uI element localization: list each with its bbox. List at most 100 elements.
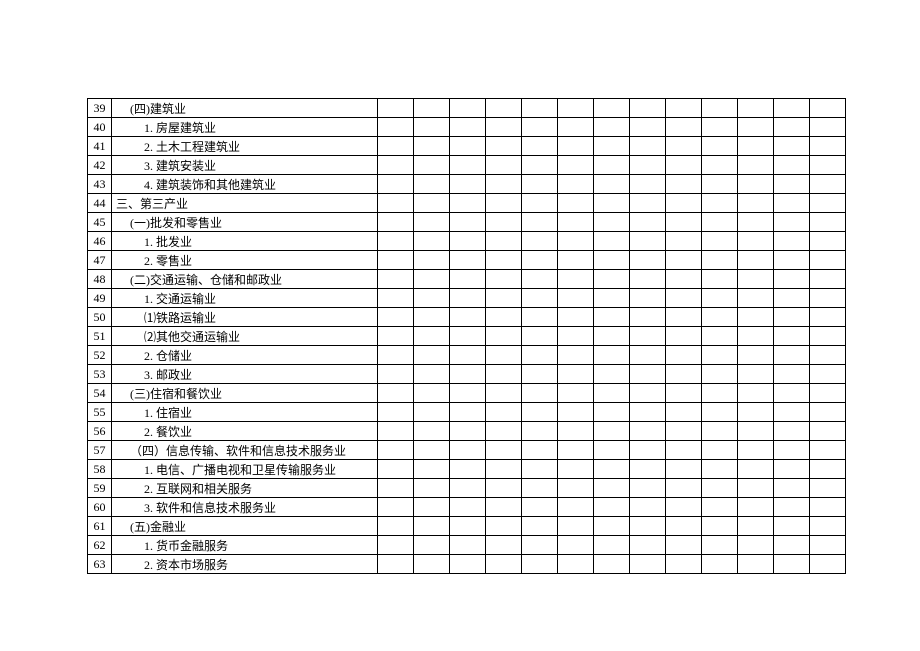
data-cell: [378, 479, 414, 498]
table-row: 39(四)建筑业: [88, 99, 846, 118]
data-cell: [594, 365, 630, 384]
data-cell: [594, 441, 630, 460]
data-cell: [666, 365, 702, 384]
data-cell: [594, 498, 630, 517]
data-cell: [810, 251, 846, 270]
data-cell: [810, 517, 846, 536]
data-cell: [522, 118, 558, 137]
data-cell: [702, 137, 738, 156]
data-cell: [378, 194, 414, 213]
data-cell: [630, 156, 666, 175]
table-row: 533. 邮政业: [88, 365, 846, 384]
data-cell: [522, 156, 558, 175]
row-label: 1. 电信、广播电视和卫星传输服务业: [112, 460, 378, 479]
table-row: 592. 互联网和相关服务: [88, 479, 846, 498]
table-row: 61(五)金融业: [88, 517, 846, 536]
data-cell: [414, 346, 450, 365]
data-cell: [810, 308, 846, 327]
data-cell: [774, 517, 810, 536]
row-number: 56: [88, 422, 112, 441]
data-cell: [486, 384, 522, 403]
data-cell: [594, 479, 630, 498]
data-cell: [378, 498, 414, 517]
data-cell: [486, 555, 522, 574]
row-number: 54: [88, 384, 112, 403]
table-row: 551. 住宿业: [88, 403, 846, 422]
data-cell: [810, 441, 846, 460]
data-cell: [450, 498, 486, 517]
table-row: 401. 房屋建筑业: [88, 118, 846, 137]
row-label: ⑵其他交通运输业: [112, 327, 378, 346]
data-cell: [774, 365, 810, 384]
table-row: 57（四）信息传输、软件和信息技术服务业: [88, 441, 846, 460]
row-number: 57: [88, 441, 112, 460]
row-label: 4. 建筑装饰和其他建筑业: [112, 175, 378, 194]
data-cell: [810, 365, 846, 384]
data-cell: [666, 99, 702, 118]
data-cell: [414, 137, 450, 156]
row-label: ⑴铁路运输业: [112, 308, 378, 327]
row-label: 2. 土木工程建筑业: [112, 137, 378, 156]
data-cell: [738, 213, 774, 232]
data-cell: [486, 517, 522, 536]
row-number: 55: [88, 403, 112, 422]
data-cell: [774, 270, 810, 289]
data-cell: [558, 384, 594, 403]
data-cell: [450, 460, 486, 479]
data-cell: [486, 441, 522, 460]
data-cell: [594, 251, 630, 270]
data-cell: [702, 422, 738, 441]
row-number: 58: [88, 460, 112, 479]
data-cell: [522, 213, 558, 232]
row-label: (二)交通运输、仓储和邮政业: [112, 270, 378, 289]
data-cell: [810, 232, 846, 251]
data-cell: [738, 175, 774, 194]
data-cell: [378, 517, 414, 536]
data-cell: [738, 498, 774, 517]
data-cell: [810, 175, 846, 194]
data-cell: [702, 232, 738, 251]
row-number: 44: [88, 194, 112, 213]
data-cell: [558, 289, 594, 308]
data-cell: [414, 536, 450, 555]
data-cell: [378, 213, 414, 232]
data-cell: [594, 194, 630, 213]
table-row: 491. 交通运输业: [88, 289, 846, 308]
data-cell: [738, 555, 774, 574]
data-cell: [522, 536, 558, 555]
row-number: 48: [88, 270, 112, 289]
row-label: 2. 互联网和相关服务: [112, 479, 378, 498]
data-cell: [450, 270, 486, 289]
data-cell: [738, 232, 774, 251]
row-number: 63: [88, 555, 112, 574]
data-cell: [522, 460, 558, 479]
data-cell: [774, 327, 810, 346]
data-cell: [774, 137, 810, 156]
data-cell: [450, 118, 486, 137]
data-cell: [450, 137, 486, 156]
data-cell: [774, 498, 810, 517]
table-row: 54(三)住宿和餐饮业: [88, 384, 846, 403]
data-cell: [738, 441, 774, 460]
data-cell: [774, 194, 810, 213]
data-cell: [738, 99, 774, 118]
data-cell: [558, 498, 594, 517]
data-cell: [522, 555, 558, 574]
data-cell: [630, 384, 666, 403]
data-cell: [594, 156, 630, 175]
table-row: 581. 电信、广播电视和卫星传输服务业: [88, 460, 846, 479]
data-cell: [378, 251, 414, 270]
data-cell: [558, 270, 594, 289]
data-cell: [414, 460, 450, 479]
data-cell: [486, 118, 522, 137]
data-cell: [450, 346, 486, 365]
data-cell: [558, 460, 594, 479]
data-cell: [738, 517, 774, 536]
data-cell: [666, 422, 702, 441]
data-cell: [378, 555, 414, 574]
data-cell: [522, 498, 558, 517]
data-cell: [594, 289, 630, 308]
table-row: 51⑵其他交通运输业: [88, 327, 846, 346]
row-label: (一)批发和零售业: [112, 213, 378, 232]
row-label: 2. 仓储业: [112, 346, 378, 365]
